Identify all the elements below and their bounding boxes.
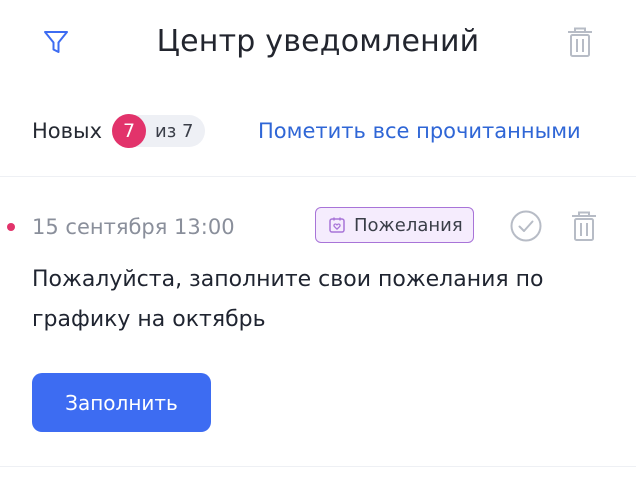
divider [0,466,636,467]
mark-all-read-link[interactable]: Пометить все прочитанными [258,112,581,150]
delete-notification-button[interactable] [564,206,604,246]
notification-date: 15 сентября 13:00 [32,215,235,239]
fill-preferences-button[interactable]: Заполнить [32,373,211,432]
delete-all-button[interactable] [560,22,600,62]
category-tag: Пожелания [315,207,474,243]
notification-center-header: Центр уведомлений [0,0,636,86]
count-pill: 7 из 7 [112,114,206,148]
mark-read-button[interactable] [506,206,546,246]
category-tag-label: Пожелания [354,214,463,236]
page-title: Центр уведомлений [156,24,480,59]
notification-message: Пожалуйста, заполните свои пожелания по … [32,267,544,332]
unread-indicator [7,223,15,231]
total-count-label: из 7 [155,120,194,142]
calendar-heart-icon [328,216,346,234]
unread-counter: Новых 7 из 7 [32,112,206,150]
trash-icon [568,27,592,57]
trash-icon [572,211,596,241]
check-circle-icon [510,210,542,242]
new-label: Новых [32,119,103,143]
unread-count-badge: 7 [112,114,147,148]
